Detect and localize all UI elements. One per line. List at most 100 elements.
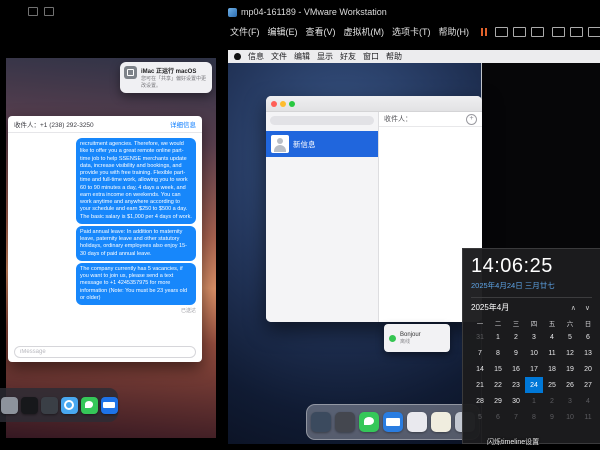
calendar-next-icon[interactable]: ∨: [585, 304, 590, 312]
message-thread: recruitment agencies. Therefore, we woul…: [76, 138, 196, 305]
calendar-day[interactable]: 11: [579, 409, 597, 425]
calendar-day[interactable]: 1: [525, 393, 543, 409]
details-button[interactable]: 详细信息: [170, 119, 196, 129]
conversation-sidebar: 新信息: [266, 112, 379, 322]
guest-menu-item[interactable]: 显示: [317, 51, 333, 62]
calendar-weekday: 三: [507, 317, 525, 329]
calendar-month-label[interactable]: 2025年4月: [471, 302, 509, 313]
snapshot-revert-icon[interactable]: [531, 27, 544, 37]
calendar-day[interactable]: 8: [525, 409, 543, 425]
calendar-weekday: 四: [525, 317, 543, 329]
calendar-day[interactable]: 10: [561, 409, 579, 425]
calendar-day[interactable]: 5: [561, 329, 579, 345]
calendar-day[interactable]: 3: [525, 329, 543, 345]
calendar-day[interactable]: 3: [561, 393, 579, 409]
xcode-icon[interactable]: [41, 397, 58, 414]
calendar-day[interactable]: 4: [543, 329, 561, 345]
calendar-day[interactable]: 14: [471, 361, 489, 377]
messages-icon[interactable]: [359, 412, 379, 432]
vmware-menu-item[interactable]: 编辑(E): [268, 25, 298, 38]
close-button[interactable]: [271, 101, 277, 107]
calendar-day[interactable]: 20: [579, 361, 597, 377]
mail-icon[interactable]: [383, 412, 403, 432]
show-library-icon[interactable]: [552, 27, 565, 37]
calendar-day[interactable]: 9: [543, 409, 561, 425]
calendar-day[interactable]: 11: [543, 345, 561, 361]
calendar-day[interactable]: 24: [525, 377, 543, 393]
calendar-day[interactable]: 1: [489, 329, 507, 345]
safari-icon[interactable]: [61, 397, 78, 414]
calendar-day[interactable]: 10: [525, 345, 543, 361]
finder-icon[interactable]: [311, 412, 331, 432]
calendar-prev-icon[interactable]: ∧: [571, 304, 576, 312]
guest-menus: 信息文件编辑显示好友窗口帮助: [248, 51, 402, 62]
calendar-day[interactable]: 15: [489, 361, 507, 377]
guest-menu-item[interactable]: 文件: [271, 51, 287, 62]
calendar-weekday: 日: [579, 317, 597, 329]
calendar-day[interactable]: 13: [579, 345, 597, 361]
calendar-day[interactable]: 4: [579, 393, 597, 409]
messages-icon[interactable]: [81, 397, 98, 414]
guest-menu-item[interactable]: 窗口: [363, 51, 379, 62]
calendar-day[interactable]: 5: [471, 409, 489, 425]
finder-icon[interactable]: [1, 397, 18, 414]
calendar-day[interactable]: 17: [525, 361, 543, 377]
calendar-day[interactable]: 28: [471, 393, 489, 409]
calendar-day[interactable]: 6: [489, 409, 507, 425]
vmware-menu-item[interactable]: 虚拟机(M): [344, 25, 385, 38]
calendar-day[interactable]: 23: [507, 377, 525, 393]
calendar-day[interactable]: 18: [543, 361, 561, 377]
guest-menu-item[interactable]: 编辑: [294, 51, 310, 62]
notification-banner[interactable]: iMac 正运行 macOS 您可在「共享」偏好设置中更改设置。: [120, 62, 212, 93]
vmware-menu-item[interactable]: 文件(F): [230, 25, 260, 38]
video-caption: 闪烁timeline设置: [487, 437, 539, 447]
calendar-day[interactable]: 30: [507, 393, 525, 409]
buddy-list-window[interactable]: Bonjour 离线: [384, 324, 450, 352]
calendar-day[interactable]: 12: [561, 345, 579, 361]
calendar-day[interactable]: 29: [489, 393, 507, 409]
calendar-day[interactable]: 16: [507, 361, 525, 377]
calendar-day[interactable]: 2: [507, 329, 525, 345]
calendar-day[interactable]: 7: [507, 409, 525, 425]
vmware-menu-item[interactable]: 查看(V): [306, 25, 336, 38]
guest-menu-item[interactable]: 好友: [340, 51, 356, 62]
guest-menu-item[interactable]: 帮助: [386, 51, 402, 62]
calendar-day[interactable]: 25: [543, 377, 561, 393]
calendar-day[interactable]: 19: [561, 361, 579, 377]
window-menu-icon[interactable]: [28, 7, 38, 16]
divider: [471, 297, 592, 298]
apple-menu-icon[interactable]: [234, 53, 241, 60]
calendar-day[interactable]: 6: [579, 329, 597, 345]
photos-icon[interactable]: [407, 412, 427, 432]
to-field[interactable]: 收件人： +: [379, 112, 482, 127]
host-dock: [0, 388, 118, 422]
mail-icon[interactable]: [101, 397, 118, 414]
calendar-day[interactable]: 26: [561, 377, 579, 393]
calendar-day[interactable]: 31: [471, 329, 489, 345]
snapshot-take-icon[interactable]: [513, 27, 526, 37]
conversation-item-selected[interactable]: 新信息: [266, 131, 378, 157]
thumbnail-bar-icon[interactable]: [570, 27, 583, 37]
launchpad-icon[interactable]: [335, 412, 355, 432]
dropdown-icon[interactable]: [44, 7, 54, 16]
calendar-day[interactable]: 27: [579, 377, 597, 393]
power-icon[interactable]: [495, 27, 508, 37]
calendar-day[interactable]: 8: [489, 345, 507, 361]
calendar-day[interactable]: 21: [471, 377, 489, 393]
calendar-day[interactable]: 7: [471, 345, 489, 361]
calendar-day[interactable]: 9: [507, 345, 525, 361]
search-field[interactable]: [270, 116, 374, 125]
zoom-button[interactable]: [289, 101, 295, 107]
vmware-menu-item[interactable]: 选项卡(T): [392, 25, 431, 38]
calendar-day[interactable]: 22: [489, 377, 507, 393]
calendar-day[interactable]: 2: [543, 393, 561, 409]
message-input[interactable]: [14, 346, 196, 358]
notes-icon[interactable]: [431, 412, 451, 432]
pause-icon[interactable]: [481, 28, 487, 36]
minimize-button[interactable]: [280, 101, 286, 107]
add-recipient-button[interactable]: +: [466, 114, 477, 125]
terminal-icon[interactable]: [21, 397, 38, 414]
console-view-icon[interactable]: [588, 27, 600, 37]
vmware-menu-item[interactable]: 帮助(H): [439, 25, 470, 38]
guest-menu-item[interactable]: 信息: [248, 51, 264, 62]
